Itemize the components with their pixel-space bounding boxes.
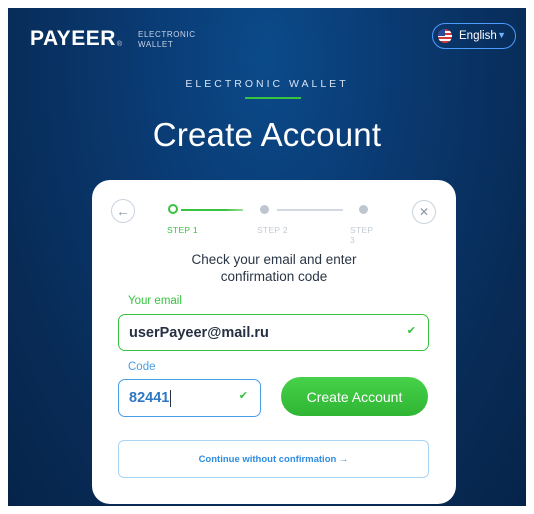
brand-subtitle: ELECTRONIC WALLET (138, 30, 196, 50)
brand-subtitle-line2: WALLET (138, 40, 174, 49)
chevron-down-icon: ▼ (497, 30, 506, 40)
signup-card: ← ✕ STEP 1 STEP 2 STEP 3 Check your emai… (92, 180, 456, 504)
instruction-line1: Check your email and enter (191, 252, 357, 267)
code-value: 82441 (129, 390, 170, 406)
checkmark-icon: ✔ (238, 390, 248, 402)
close-button[interactable]: ✕ (412, 200, 436, 224)
step-connector-1 (181, 209, 243, 211)
brand-name: PAYEER (30, 27, 116, 50)
arrow-left-icon: ← (116, 203, 130, 219)
language-selector[interactable]: English ▼ (432, 23, 516, 49)
step-1-dot (168, 204, 178, 214)
language-label: English (459, 30, 497, 42)
text-cursor (170, 389, 172, 407)
code-label: Code (128, 361, 156, 373)
kicker-underline (245, 97, 301, 99)
email-label: Your email (128, 295, 182, 307)
us-flag-icon (438, 29, 452, 43)
payeer-logo[interactable]: PAYEER ® ELECTRONIC WALLET (30, 27, 196, 51)
step-2-dot (260, 205, 269, 214)
step-1-label: STEP 1 (167, 225, 198, 235)
page-kicker: ELECTRONIC WALLET (185, 78, 349, 90)
step-connector-2 (277, 209, 343, 211)
create-account-button[interactable]: Create Account (281, 377, 428, 416)
step-3-label: STEP 3 (350, 225, 374, 245)
back-button[interactable]: ← (111, 199, 135, 223)
checkmark-icon: ✔ (406, 325, 416, 337)
page-title: Create Account (152, 116, 382, 153)
step-indicator: STEP 1 STEP 2 STEP 3 (167, 204, 377, 245)
step-2-label: STEP 2 (257, 225, 288, 235)
instruction-line2: confirmation code (220, 269, 328, 284)
email-value: userPayeer@mail.ru (129, 324, 269, 341)
email-field[interactable]: userPayeer@mail.ru ✔ (118, 314, 429, 351)
instruction-text: Check your email and enter confirmation … (92, 251, 456, 285)
continue-without-confirmation-link[interactable]: Continue without confirmation → (118, 440, 429, 478)
code-field[interactable]: 82441 ✔ (118, 379, 261, 417)
step-3-dot (359, 205, 368, 214)
brand-registered-mark: ® (116, 41, 123, 48)
close-icon: ✕ (418, 205, 430, 219)
brand-subtitle-line1: ELECTRONIC (138, 30, 196, 39)
